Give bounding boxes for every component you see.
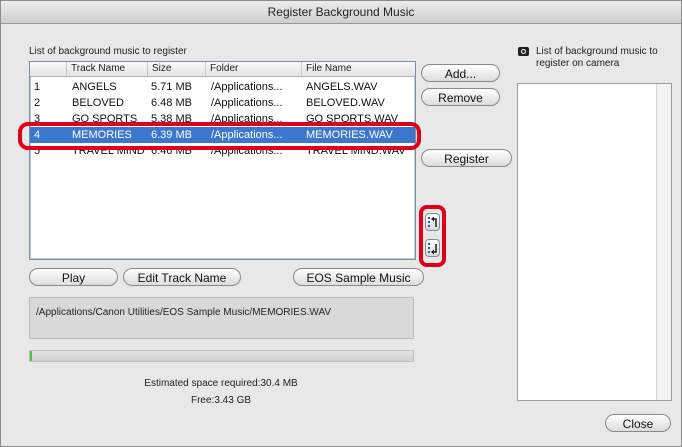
track-name: BELOVED [72, 97, 124, 109]
track-name: ANGELS [72, 81, 117, 93]
track-size: 5.71 MB [151, 81, 192, 93]
reorder-buttons-highlight [419, 205, 446, 267]
track-list-header: Track Name Size Folder File Name [30, 62, 415, 77]
space-progress-bar [29, 350, 414, 362]
selected-row-highlight [18, 122, 421, 150]
column-header-number[interactable] [30, 62, 66, 76]
track-file-name: BELOVED.WAV [306, 97, 385, 109]
register-button[interactable]: Register [421, 149, 512, 167]
column-header-size[interactable]: Size [147, 62, 205, 76]
column-header-file-name[interactable]: File Name [301, 62, 415, 76]
track-row[interactable]: 2 BELOVED 6.48 MB /Applications... BELOV… [30, 95, 415, 111]
window-title: Register Background Music [1, 1, 681, 24]
camera-track-list[interactable] [517, 83, 672, 401]
free-space-text: Free:3.43 GB [190, 395, 252, 406]
camera-list-scrollbar[interactable] [656, 84, 671, 400]
column-header-track-name[interactable]: Track Name [66, 62, 147, 76]
track-file-name: ANGELS.WAV [306, 81, 378, 93]
register-list-label: List of background music to register [29, 46, 187, 57]
estimated-space-text: Estimated space required:30.4 MB [144, 378, 298, 389]
track-folder: /Applications... [211, 97, 283, 109]
eos-sample-music-button[interactable]: EOS Sample Music [293, 268, 424, 286]
selected-file-path: /Applications/Canon Utilities/EOS Sample… [29, 297, 414, 339]
track-size: 6.48 MB [151, 97, 192, 109]
space-progress-fill [30, 351, 32, 361]
track-row[interactable]: 1 ANGELS 5.71 MB /Applications... ANGELS… [30, 79, 415, 95]
play-button[interactable]: Play [29, 268, 118, 286]
camera-list-label-line2: register on camera [536, 58, 620, 69]
camera-icon [518, 47, 529, 56]
register-music-window: Register Background Music List of backgr… [0, 0, 682, 447]
track-number: 1 [34, 81, 41, 93]
close-button[interactable]: Close [605, 414, 671, 432]
track-number: 2 [34, 97, 41, 109]
camera-list-label-line1: List of background music to [536, 46, 658, 57]
register-track-list[interactable]: Track Name Size Folder File Name 1 ANGEL… [29, 61, 416, 260]
edit-track-name-button[interactable]: Edit Track Name [123, 268, 241, 286]
track-folder: /Applications... [211, 81, 283, 93]
column-header-folder[interactable]: Folder [205, 62, 301, 76]
add-button[interactable]: Add... [421, 64, 500, 82]
remove-button[interactable]: Remove [421, 88, 500, 106]
